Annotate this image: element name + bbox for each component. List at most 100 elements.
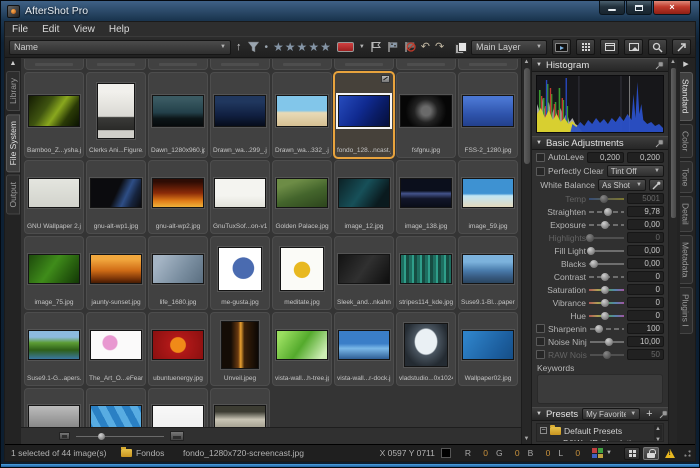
thumbnail-cell[interactable]: gnu-alt-wp2.jpg [148,160,208,234]
collapse-right-panel-icon[interactable]: ▶ [683,60,688,68]
slideshow-button[interactable] [552,39,571,55]
thumbnail-cell[interactable]: image_12.jpg [334,160,394,234]
add-preset-button[interactable]: + [646,409,652,419]
scroll-up-icon[interactable]: ▲ [524,58,530,67]
slider-handle[interactable] [595,325,603,333]
contrast-slider[interactable] [589,272,624,281]
sharpening-checkbox[interactable] [536,324,545,333]
thumbnail-cell[interactable]: meditate.jpg [272,236,332,310]
color-label-caret-icon[interactable]: ▼ [359,44,365,50]
filter-icon[interactable] [247,41,260,53]
tab-output[interactable]: Output [6,175,20,215]
keywords-input[interactable] [537,374,663,404]
scroll-up-icon[interactable]: ▲ [655,425,661,434]
pin-icon[interactable] [659,410,668,419]
noise-ninja-slider[interactable] [590,337,624,346]
thumbnail-cell[interactable]: image_75.jpg [24,236,84,310]
thumbnail-cell[interactable]: vista-wall...r-dock.jpg [334,312,394,386]
thumbnail-size-slider[interactable] [76,431,164,441]
thumbnail-cell[interactable]: Unveil.jpeg [210,312,270,386]
layer-dropdown[interactable]: Main Layer ▼ [471,40,547,55]
thumbnail-cell[interactable]: me-gusta.jpg [210,236,270,310]
panel-scrollbar[interactable]: ▲ [668,58,677,444]
tab-plugins-i[interactable]: Plugins I [680,287,693,334]
slider-handle[interactable] [600,195,608,203]
thumbnail-cell[interactable]: Suse9.1-Bl...papers.jpg [458,236,518,310]
thumbnail-cell[interactable]: life_1680.jpg [148,236,208,310]
thumbnail-cell[interactable]: fondo_128...ncast.jpg [334,72,394,158]
vibrance-slider[interactable] [589,298,624,307]
fill-light-slider[interactable] [589,246,624,255]
star-icon[interactable]: ★ [273,40,285,54]
thumbnail-cell-partial[interactable] [148,59,208,70]
dual-monitor-button[interactable] [624,447,640,460]
preset-item-b-w-ir-simulation[interactable]: B&W - IR Simulation [537,437,663,442]
thumbnail-cell[interactable]: vista-wall...h-tree.jpg [272,312,332,386]
sort-ascending-icon[interactable]: ↑ [236,42,242,53]
fullscreen-button[interactable] [672,39,691,55]
presets-header[interactable]: ▼ Presets My Favorites ▼ + [532,407,668,421]
temp-slider[interactable] [589,194,624,203]
sharpening-slider[interactable] [590,324,624,333]
exposure-value-field[interactable]: 0,00 [627,219,664,230]
star-icon[interactable]: ★ [320,40,332,54]
scroll-down-icon[interactable]: ▼ [524,435,530,444]
thumbnail-cell-partial[interactable] [272,59,332,70]
flag-icon[interactable] [370,41,382,53]
thumbnail-cell[interactable]: vladstudio...0x1024.jpg [396,312,456,386]
color-label-swatch[interactable] [337,42,354,52]
lock-button[interactable] [643,447,659,460]
thumbnail-cell[interactable]: Dawn_1280x960.jpg [148,72,208,158]
temp-value-field[interactable]: 5001 [627,193,664,204]
sharpening-value-field[interactable]: 100 [627,323,664,334]
autolevel-high-field[interactable]: 0,200 [627,152,664,163]
presets-collection-dropdown[interactable]: My Favorites ▼ [582,408,640,420]
blacks-value-field[interactable]: 0,00 [627,258,664,269]
thumbnail-cell[interactable]: ubuntuenergy.jpg [148,312,208,386]
menu-edit[interactable]: Edit [42,24,59,35]
thumbnail-cell-partial[interactable] [396,59,456,70]
tab-standard[interactable]: Standard [680,72,693,121]
straighten-value-field[interactable]: 9,78 [627,206,664,217]
thumbnail-cell[interactable]: Drawn_wa...332_.jpg [272,72,332,158]
saturation-slider[interactable] [589,285,624,294]
vibrance-value-field[interactable]: 0 [627,297,664,308]
thumbnail-cell-partial[interactable] [24,59,84,70]
slider-handle[interactable] [590,260,598,268]
sort-by-dropdown[interactable]: Name ▼ [9,40,231,55]
image-view-button[interactable] [624,39,643,55]
collapse-icon[interactable]: ▼ [536,411,542,417]
small-thumbnails-icon[interactable] [59,432,70,440]
thumbnail-cell[interactable]: jaunty-sunset.jpg [86,236,146,310]
hue-value-field[interactable]: 0 [627,310,664,321]
grid-scrollbar[interactable]: ▲ ▼ [521,58,531,444]
collapse-icon[interactable]: ▼ [536,140,542,146]
slider-handle[interactable] [601,286,609,294]
maximize-button[interactable] [626,1,652,15]
star-icon[interactable]: ★ [297,40,309,54]
thumbnail-cell[interactable]: GNU Wallpaper 2.jpg [24,160,84,234]
tab-metadata[interactable]: Metadata [680,235,693,284]
raw-noise-value-field[interactable]: 50 [627,349,664,360]
slider-handle[interactable] [601,299,609,307]
thumbnail-cell[interactable]: stripes114_kde.jpg [396,236,456,310]
raw-noise-slider[interactable] [590,350,624,359]
scrollbar-thumb[interactable] [524,68,530,164]
contrast-value-field[interactable]: 0 [627,271,664,282]
thumbnail-cell-partial[interactable] [334,59,394,70]
star-rating-filter[interactable]: ★★★★★ [273,41,332,53]
large-thumbnails-icon[interactable] [170,431,184,441]
slider-handle[interactable] [587,247,595,255]
tab-library[interactable]: Library [6,71,20,111]
close-button[interactable]: × [653,1,691,15]
flag-rejected-icon[interactable] [404,41,416,53]
menu-help[interactable]: Help [109,24,130,35]
slider-handle[interactable] [98,433,105,440]
white-balance-eyedropper-button[interactable] [649,179,664,191]
thumbnail-cell[interactable] [148,388,208,427]
scrollbar-thumb[interactable] [671,68,676,218]
slider-handle[interactable] [605,338,613,346]
tab-file-system[interactable]: File System [6,114,20,172]
thumbnail-cell[interactable]: Drawn_wa...299_.jpg [210,72,270,158]
preset-folder-row[interactable]: − Default Presets [537,424,663,437]
